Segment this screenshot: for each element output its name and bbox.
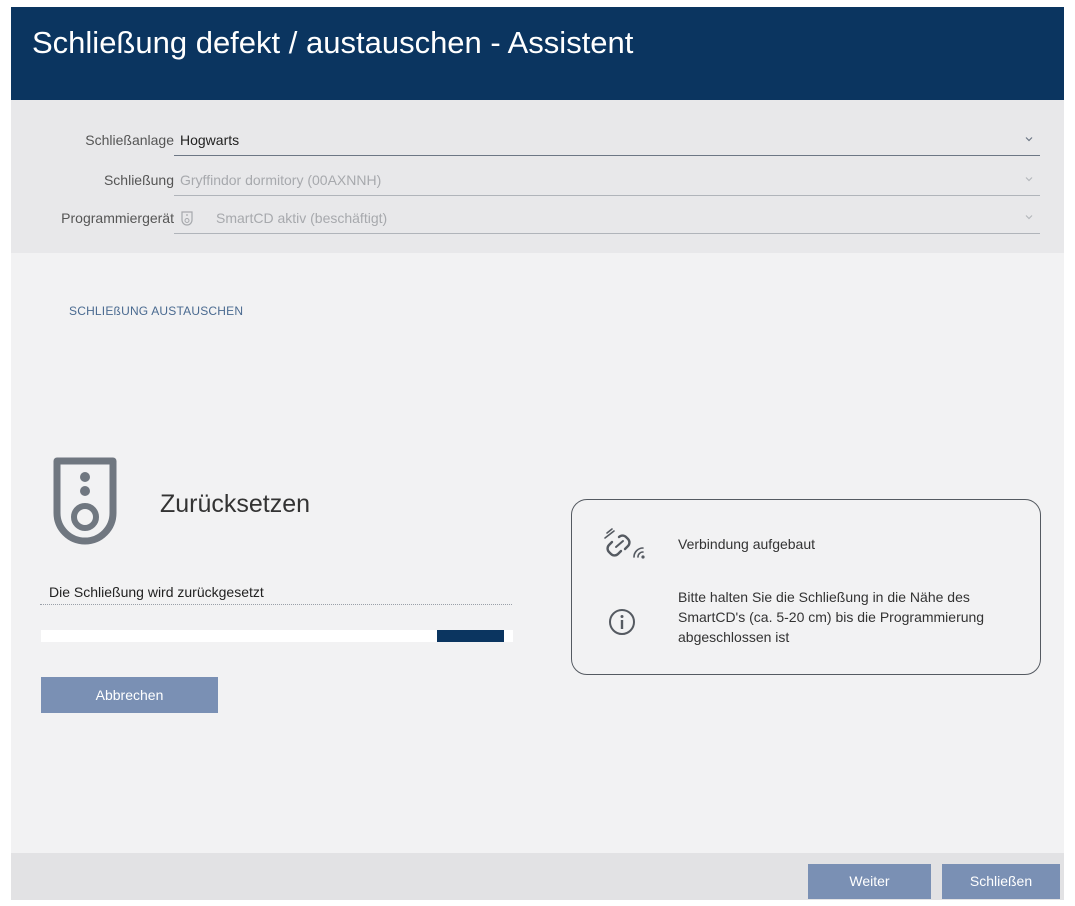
info-circle-icon xyxy=(609,609,635,635)
schliessanlage-value: Hogwarts xyxy=(180,132,240,148)
chevron-down-icon xyxy=(1025,177,1033,182)
form-row-schliessanlage: Schließanlage Hogwarts xyxy=(11,128,1064,156)
chevron-down-icon xyxy=(1025,137,1033,142)
step-title: Zurücksetzen xyxy=(160,490,311,518)
status-text: Die Schließung wird zurückgesetzt xyxy=(49,584,264,600)
programmiergeraet-label: Programmiergerät xyxy=(61,210,174,226)
cancel-button[interactable]: Abbrechen xyxy=(41,677,218,713)
close-button[interactable]: Schließen xyxy=(942,864,1060,899)
connection-link-icon xyxy=(604,528,645,559)
programmiergeraet-dropdown: SmartCD aktiv (beschäftigt) xyxy=(174,206,1040,234)
section-heading: SCHLIEßUNG AUSTAUSCHEN xyxy=(69,304,244,318)
schliessung-label: Schließung xyxy=(103,172,174,188)
progress-fill xyxy=(437,630,504,642)
window-title: Schließung defekt / austauschen - Assist… xyxy=(32,25,634,60)
connection-status-text: Verbindung aufgebaut xyxy=(678,536,816,552)
form-row-schliessung: Schließung Gryffindor dormitory (00AXNNH… xyxy=(11,168,1064,196)
schliessung-value: Gryffindor dormitory (00AXNNH) xyxy=(180,172,382,188)
selection-form: Schließanlage Hogwarts Schließung Gryffi… xyxy=(11,100,1064,253)
smartcd-shield-icon xyxy=(181,211,193,226)
programmiergeraet-value: SmartCD aktiv (beschäftigt) xyxy=(216,210,388,226)
lock-cylinder-icon xyxy=(53,457,117,545)
form-row-programmiergeraet: Programmiergerät SmartCD aktiv (beschäft… xyxy=(11,206,1064,234)
wizard-window: Schließung defekt / austauschen - Assist… xyxy=(11,7,1064,900)
next-button[interactable]: Weiter xyxy=(808,864,931,899)
info-panel: Verbindung aufgebaut Bitte halten Sie di… xyxy=(571,499,1041,675)
schliessanlage-label: Schließanlage xyxy=(85,132,174,148)
divider xyxy=(40,604,512,605)
schliessanlage-dropdown[interactable]: Hogwarts xyxy=(174,128,1040,156)
hint-text: Bitte halten Sie die Schließung in die N… xyxy=(678,589,985,645)
progress-bar xyxy=(41,630,513,642)
schliessung-dropdown: Gryffindor dormitory (00AXNNH) xyxy=(174,168,1040,196)
footer-bar: Weiter Schließen xyxy=(11,853,1064,900)
title-bar: Schließung defekt / austauschen - Assist… xyxy=(11,7,1064,100)
chevron-down-icon xyxy=(1025,215,1033,220)
